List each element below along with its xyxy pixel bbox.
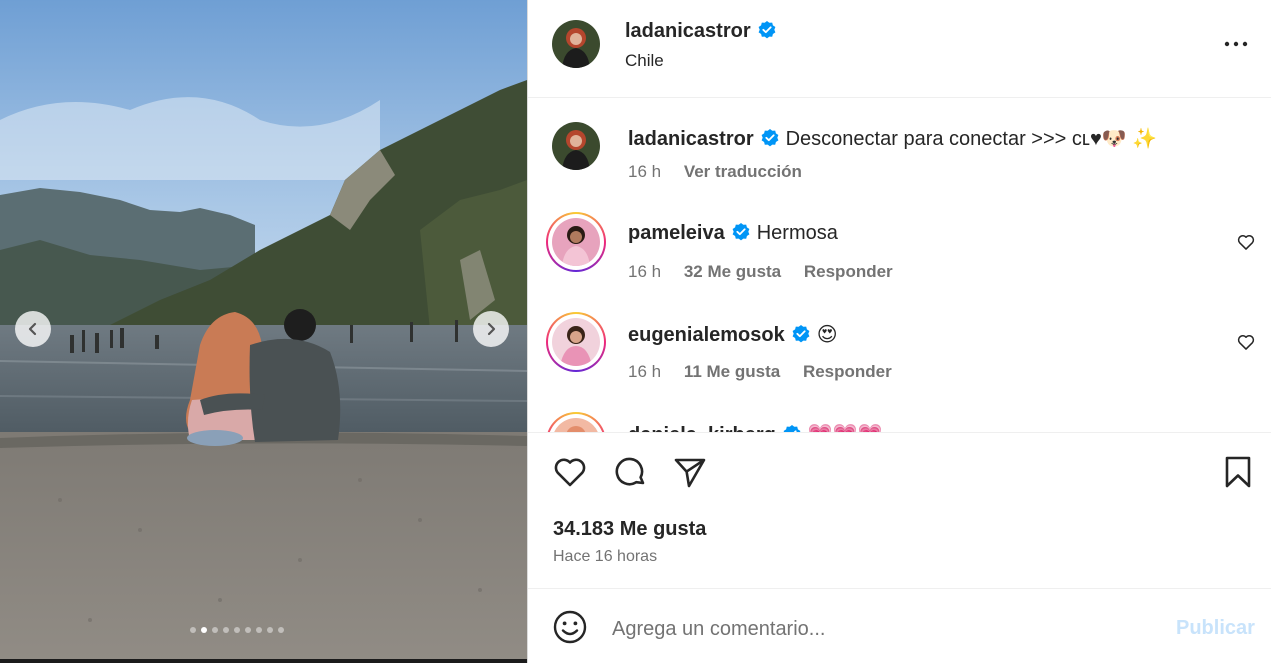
author-username[interactable]: ladanicastror xyxy=(625,20,751,42)
verified-badge-icon xyxy=(758,21,776,39)
commenter-username[interactable]: eugenialemosok xyxy=(628,324,785,346)
caption-username[interactable]: ladanicastror xyxy=(628,128,754,150)
caption-meta: 16 h Ver traducción xyxy=(628,162,820,182)
commenter-avatar[interactable] xyxy=(552,318,600,366)
verified-badge-icon xyxy=(783,425,801,432)
share-icon[interactable] xyxy=(672,454,708,490)
comment-likes[interactable]: 11 Me gusta xyxy=(684,362,780,381)
carousel-dot xyxy=(190,627,196,633)
comments-list[interactable]: ladanicastror Desconectar para conectar … xyxy=(528,98,1271,433)
comment-text-row: daniela_kirberg 💗💗💗 xyxy=(628,422,883,432)
post-details-panel: ladanicastror Chile ladanicastror Descon… xyxy=(527,0,1271,663)
comment-body: 😍 xyxy=(816,324,838,346)
carousel-indicator xyxy=(190,627,284,633)
media-bottom-edge xyxy=(0,659,527,663)
publish-button[interactable]: Publicar xyxy=(1176,617,1255,640)
comment-text-row: pameleiva Hermosa xyxy=(628,222,838,245)
comment-text-row: eugenialemosok 😍 xyxy=(628,322,838,347)
reply-button[interactable]: Responder xyxy=(803,362,892,381)
more-options-icon[interactable] xyxy=(1222,32,1250,56)
post-location[interactable]: Chile xyxy=(625,51,664,71)
comment-body: 💗💗💗 xyxy=(808,424,883,432)
carousel-dot xyxy=(223,627,229,633)
carousel-dot xyxy=(267,627,273,633)
previous-slide-button[interactable] xyxy=(15,311,51,347)
chevron-left-icon xyxy=(28,322,37,336)
heart-icon[interactable] xyxy=(552,454,588,490)
comment-composer: Publicar xyxy=(528,589,1271,663)
reply-button[interactable]: Responder xyxy=(804,262,893,281)
verified-badge-icon xyxy=(761,129,779,147)
post-modal: ladanicastror Chile ladanicastror Descon… xyxy=(0,0,1271,663)
post-timestamp: Hace 16 horas xyxy=(553,548,658,565)
carousel-dot xyxy=(212,627,218,633)
comment-icon[interactable] xyxy=(612,454,648,490)
heart-icon[interactable] xyxy=(1236,232,1256,252)
post-media xyxy=(0,0,527,663)
carousel-dot xyxy=(234,627,240,633)
carousel-dot xyxy=(278,627,284,633)
caption-body: Desconectar para conectar >>> ᴄʟ♥🐶 ✨ xyxy=(785,128,1158,150)
verified-badge-icon xyxy=(792,325,810,343)
bookmark-icon[interactable] xyxy=(1220,454,1256,490)
commenter-username[interactable]: pameleiva xyxy=(628,222,725,244)
caption-author-avatar[interactable] xyxy=(552,122,600,170)
post-header: ladanicastror Chile xyxy=(528,0,1271,98)
caption-text-row: ladanicastror Desconectar para conectar … xyxy=(628,126,1157,151)
emoji-icon[interactable] xyxy=(552,609,588,645)
translate-link[interactable]: Ver traducción xyxy=(684,162,802,181)
likes-count[interactable]: 34.183 Me gusta xyxy=(553,518,706,541)
post-photo xyxy=(0,0,527,663)
comment-likes[interactable]: 32 Me gusta xyxy=(684,262,781,281)
comment-meta: 16 h 11 Me gusta Responder xyxy=(628,362,910,382)
commenter-username[interactable]: daniela_kirberg xyxy=(628,424,776,432)
comment-time: 16 h xyxy=(628,362,662,381)
caption-time: 16 h xyxy=(628,162,662,181)
verified-badge-icon xyxy=(732,223,750,241)
author-username-row: ladanicastror xyxy=(625,20,777,43)
carousel-dot xyxy=(245,627,251,633)
comment-input[interactable] xyxy=(612,613,1152,645)
carousel-dot-active xyxy=(201,627,207,633)
commenter-avatar[interactable] xyxy=(552,218,600,266)
next-slide-button[interactable] xyxy=(473,311,509,347)
comment-time: 16 h xyxy=(628,262,662,281)
heart-icon[interactable] xyxy=(1236,332,1256,352)
comment-meta: 16 h 32 Me gusta Responder xyxy=(628,262,911,282)
author-avatar[interactable] xyxy=(552,20,600,68)
carousel-dot xyxy=(256,627,262,633)
comment-body: Hermosa xyxy=(756,222,838,244)
chevron-right-icon xyxy=(487,322,496,336)
post-actions: 34.183 Me gusta Hace 16 horas xyxy=(528,434,1271,589)
